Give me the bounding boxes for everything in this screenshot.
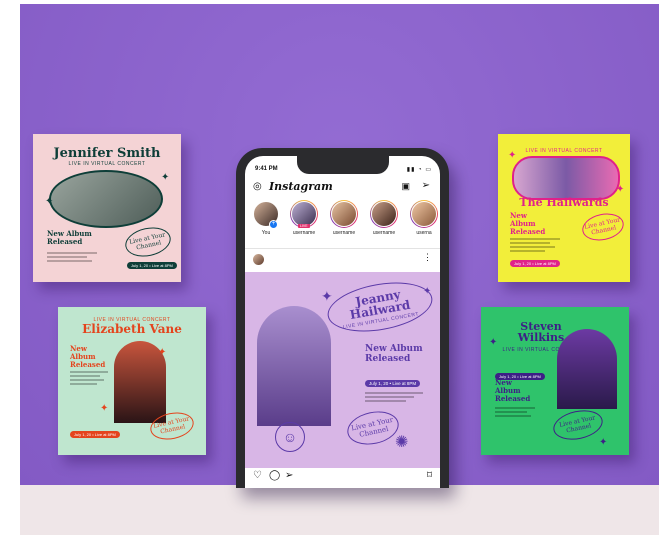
new-album-text: New Album Released <box>47 229 92 246</box>
send-icon[interactable]: ➢ <box>285 470 293 481</box>
body-text-lines <box>365 392 423 404</box>
story-item[interactable]: username <box>327 200 361 236</box>
story-item[interactable]: + You <box>249 200 283 236</box>
floor-surface <box>20 485 659 535</box>
story-item[interactable]: username <box>367 200 401 236</box>
sparkle-icon: ✦ <box>599 437 608 448</box>
status-time: 9:41 PM <box>255 166 278 172</box>
artist-photo <box>257 306 331 426</box>
sparkle-icon: ✦ <box>508 150 517 161</box>
jennifer-smith-card: Jennifer Smith LIVE IN VIRTUAL CONCERT ✦… <box>33 134 181 282</box>
stories-tray: + You LIVE username username username us… <box>245 200 440 248</box>
card-name: Jennifer Smith <box>53 146 161 161</box>
live-channel-oval: Live at Your Channel <box>122 223 174 261</box>
phone-screen: 9:41 PM ▮▮ ◔ ▭ ◎ Instagram ▣ ➢ + You LIV… <box>245 156 440 488</box>
sparkle-icon: ✺ <box>395 434 409 451</box>
new-album-text: New Album Released <box>495 378 531 403</box>
igtv-icon[interactable]: ▣ <box>401 181 410 192</box>
date-pill: July 1, 20 • Live at 8PM <box>70 431 120 438</box>
post-header: ⋮ <box>245 252 440 268</box>
story-label: username <box>332 230 356 236</box>
send-icon[interactable]: ➢ <box>422 180 430 191</box>
avatar <box>371 201 397 227</box>
date-pill: July 1, 20 • Live at 8PM <box>365 380 421 387</box>
hailwards-card: LIVE IN VIRTUAL CONCERT ✦ ✦ The Hailward… <box>498 134 630 282</box>
bookmark-icon[interactable]: ⌑ <box>427 470 432 481</box>
sparkle-icon: ✦ <box>45 196 54 207</box>
smartphone: 9:41 PM ▮▮ ◔ ▭ ◎ Instagram ▣ ➢ + You LIV… <box>236 148 449 488</box>
status-icons: ▮▮ ◔ ▭ <box>406 167 432 173</box>
live-badge: LIVE <box>298 224 310 228</box>
card-subtitle: LIVE IN VIRTUAL CONCERT <box>525 148 603 154</box>
story-label: username <box>292 230 316 236</box>
comment-icon[interactable]: ◯ <box>269 470 280 481</box>
smiley-icon: ☺ <box>275 422 305 452</box>
sparkle-icon: ✦ <box>161 172 170 183</box>
live-channel-oval: Live at Your Channel <box>579 209 627 245</box>
card-name: The Hailwards <box>519 196 609 209</box>
sparkle-icon: ✦ <box>423 286 432 297</box>
sparkle-icon: ✦ <box>100 403 109 414</box>
artist-photo <box>49 170 163 228</box>
body-text-lines <box>495 407 535 419</box>
card-name: Elizabeth Vane <box>82 322 182 336</box>
live-channel-oval: Live at Your Channel <box>550 406 606 444</box>
card-subtitle: LIVE IN VIRTUAL CONCERT <box>68 161 146 167</box>
body-text-lines <box>70 371 108 387</box>
story-label: You <box>261 230 271 236</box>
heart-icon[interactable]: ♡ <box>253 470 262 481</box>
artist-photo <box>557 329 617 409</box>
post-image[interactable]: Jeanny Hailward LIVE IN VIRTUAL CONCERT … <box>245 272 440 468</box>
story-label: username <box>372 230 396 236</box>
camera-icon[interactable]: ◎ <box>253 181 262 192</box>
sparkle-icon: ✦ <box>321 288 333 304</box>
avatar[interactable] <box>253 254 264 265</box>
post-actions: ♡ ◯ ➢ ⌑ <box>245 470 440 486</box>
new-album-text: New Album Released <box>365 344 423 364</box>
story-item[interactable]: LIVE username <box>287 200 321 236</box>
sparkle-icon: ✦ <box>158 347 167 358</box>
live-channel-oval: Live at Your Channel <box>344 406 402 450</box>
band-photo <box>512 156 620 200</box>
story-item[interactable]: userna <box>407 200 440 236</box>
elizabeth-vane-card: LIVE IN VIRTUAL CONCERT Elizabeth Vane ✦… <box>58 307 206 455</box>
body-text-lines <box>510 238 560 254</box>
sparkle-icon: ✦ <box>489 337 498 348</box>
new-album-text: New Album Released <box>510 211 546 236</box>
new-album-text: New Album Released <box>70 344 106 369</box>
body-text-lines <box>47 252 97 264</box>
sparkle-icon: ✦ <box>616 184 625 195</box>
phone-notch <box>297 156 389 174</box>
avatar <box>411 201 437 227</box>
app-logo: Instagram <box>269 180 333 193</box>
story-label: userna <box>416 230 432 236</box>
divider <box>245 248 440 249</box>
more-icon[interactable]: ⋮ <box>423 252 432 263</box>
steven-wilkins-card: Steven Wilkins LIVE IN VIRTUAL CONCERT ✦… <box>481 307 629 455</box>
instagram-top-bar: ◎ Instagram ▣ ➢ <box>245 178 440 196</box>
date-pill: July 1, 20 • Live at 8PM <box>127 262 177 269</box>
add-story-icon[interactable]: + <box>269 220 278 229</box>
date-pill: July 1, 20 • Live at 8PM <box>510 260 560 267</box>
avatar <box>331 201 357 227</box>
